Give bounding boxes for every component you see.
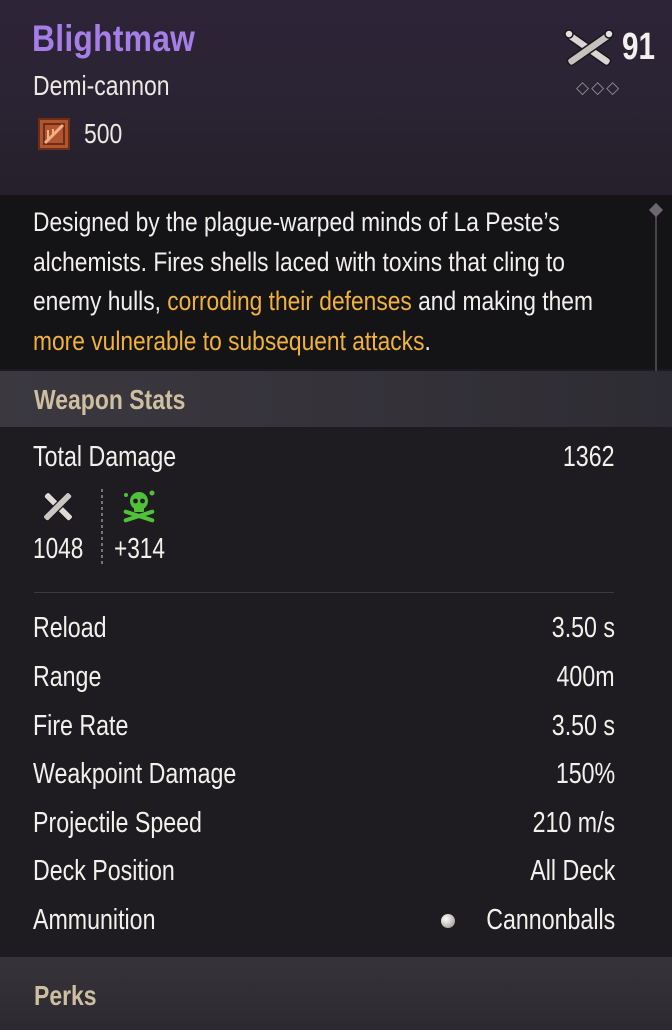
- damage-divider: [101, 489, 103, 565]
- item-type: Demi-cannon: [33, 70, 170, 101]
- stat-value-projectile-speed: 210 m/s: [532, 807, 615, 839]
- stat-value-weakpoint-damage: 150%: [555, 758, 615, 790]
- stat-label-deck-position: Deck Position: [33, 855, 175, 887]
- description-text: .: [424, 325, 431, 356]
- stat-value-deck-position: All Deck: [529, 855, 615, 887]
- base-damage-value: 1048: [33, 533, 84, 565]
- item-name: Blightmaw: [32, 18, 196, 59]
- stat-label-range: Range: [33, 661, 102, 693]
- stat-label-fire-rate: Fire Rate: [33, 710, 129, 742]
- crate-icon: [38, 118, 70, 150]
- item-description: Designed by the plague-warped minds of L…: [33, 203, 635, 361]
- item-level: 91: [622, 26, 655, 68]
- stat-label-reload: Reload: [33, 612, 107, 644]
- stat-label-weakpoint-damage: Weakpoint Damage: [33, 758, 237, 790]
- crossed-cannons-icon: [42, 491, 74, 522]
- stat-value-range: 400m: [556, 661, 615, 693]
- description-highlight: more vulnerable to subsequent attacks: [33, 325, 425, 356]
- stat-label-ammunition: Ammunition: [33, 904, 156, 936]
- stat-value-ammunition: Cannonballs: [486, 904, 615, 936]
- poison-damage-value: +314: [114, 533, 165, 565]
- total-damage-label: Total Damage: [33, 441, 177, 473]
- perks-header: [0, 957, 672, 1030]
- stat-value-fire-rate: 3.50 s: [551, 710, 615, 742]
- stat-label-projectile-speed: Projectile Speed: [33, 807, 202, 839]
- total-damage-value: 1362: [563, 441, 615, 473]
- poison-skull-icon: [123, 490, 155, 523]
- description-highlight: corroding their defenses: [167, 286, 412, 316]
- cannonball-icon: [441, 914, 455, 928]
- stats-divider: [34, 592, 614, 593]
- cost-value: 500: [84, 118, 123, 149]
- stat-value-reload: 3.50 s: [551, 612, 615, 644]
- perks-title: Perks: [34, 980, 97, 1011]
- weapon-stats-title: Weapon Stats: [34, 384, 186, 415]
- scroll-up-icon[interactable]: [648, 202, 664, 218]
- description-text: and making them: [411, 286, 593, 316]
- crossed-cannons-icon: [564, 29, 614, 67]
- rank-diamonds: ◇◇◇: [576, 78, 622, 97]
